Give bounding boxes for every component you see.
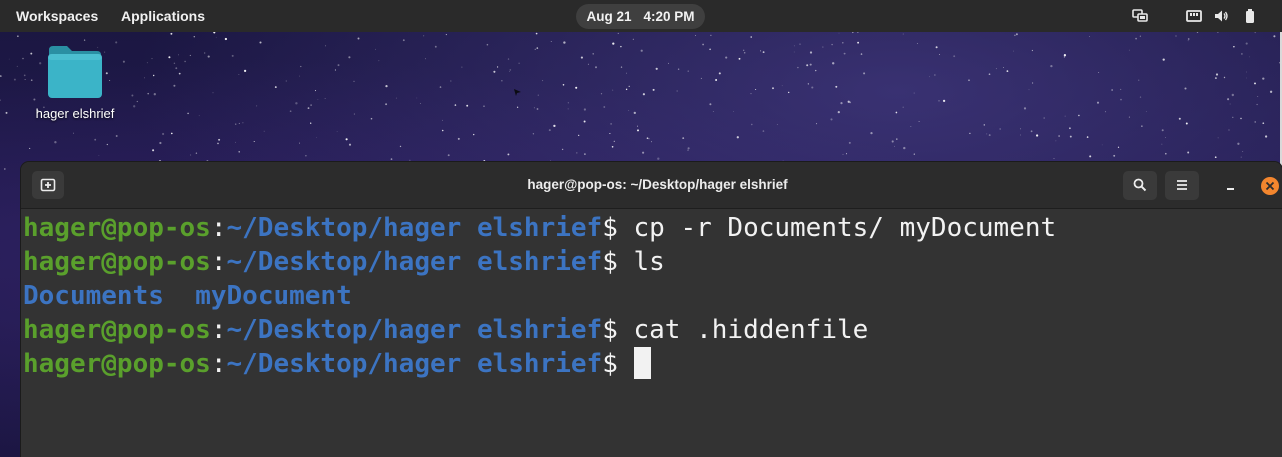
minimize-button[interactable] [1221,176,1241,196]
prompt-colon: : [210,349,227,379]
menu-icon [1177,180,1187,190]
prompt-path: ~/Desktop/hager elshrief [226,349,603,379]
minimize-icon [1227,188,1234,190]
command-text: cat .hiddenfile [617,315,869,345]
applications-button[interactable]: Applications [121,0,205,32]
network-icon[interactable] [1186,8,1202,24]
prompt-user: hager@pop-os [23,247,211,277]
clock-button[interactable]: Aug 21 4:20 PM [576,4,705,29]
terminal-line: Documents myDocument [23,279,352,313]
prompt-symbol: $ [602,349,618,379]
new-tab-button[interactable] [32,171,64,199]
terminal-line: hager@pop-os:~/Desktop/hager elshrief$ c… [23,211,1056,245]
displays-icon[interactable] [1132,8,1148,24]
terminal-title: hager@pop-os: ~/Desktop/hager elshrief [527,177,788,192]
top-panel: Workspaces Applications Aug 21 4:20 PM [0,0,1282,32]
close-button[interactable] [1261,177,1279,195]
folder-icon [48,46,102,98]
prompt-path: ~/Desktop/hager elshrief [226,213,603,243]
prompt-colon: : [210,247,227,277]
prompt-path: ~/Desktop/hager elshrief [226,247,603,277]
prompt-path: ~/Desktop/hager elshrief [226,315,603,345]
prompt-colon: : [210,315,227,345]
terminal-line: hager@pop-os:~/Desktop/hager elshrief$ [23,347,651,381]
prompt-user: hager@pop-os [23,315,211,345]
mouse-pointer-icon [514,89,521,96]
prompt-symbol: $ [602,315,618,345]
prompt-colon: : [210,213,227,243]
search-button[interactable] [1123,171,1157,200]
prompt-symbol: $ [602,213,618,243]
close-icon [1265,181,1275,191]
volume-icon[interactable] [1213,8,1229,24]
terminal-cursor [633,347,651,379]
folder-label: hager elshrief [35,106,115,121]
clock-date: Aug 21 [586,9,632,24]
prompt-symbol: $ [602,247,618,277]
desktop-folder-icon[interactable]: hager elshrief [27,40,123,130]
command-text [618,349,634,379]
terminal-line: hager@pop-os:~/Desktop/hager elshrief$ c… [23,313,868,347]
command-text: ls [617,247,665,277]
clock-time: 4:20 PM [643,9,695,24]
prompt-user: hager@pop-os [23,213,211,243]
terminal-output[interactable]: hager@pop-os:~/Desktop/hager elshrief$ c… [21,209,1282,457]
terminal-window[interactable]: hager@pop-os: ~/Desktop/hager elshrief h… [21,162,1282,457]
battery-icon[interactable] [1242,8,1258,24]
terminal-header-bar[interactable]: hager@pop-os: ~/Desktop/hager elshrief [21,162,1282,209]
menu-button[interactable] [1165,171,1199,200]
directory-entry: myDocument [195,281,352,311]
command-text: cp -r Documents/ myDocument [617,213,1057,243]
workspaces-button[interactable]: Workspaces [16,0,98,32]
directory-entry: Documents [23,281,164,311]
terminal-line: hager@pop-os:~/Desktop/hager elshrief$ l… [23,245,665,279]
prompt-user: hager@pop-os [23,349,211,379]
new-tab-icon [40,178,56,192]
search-icon [1133,178,1147,192]
